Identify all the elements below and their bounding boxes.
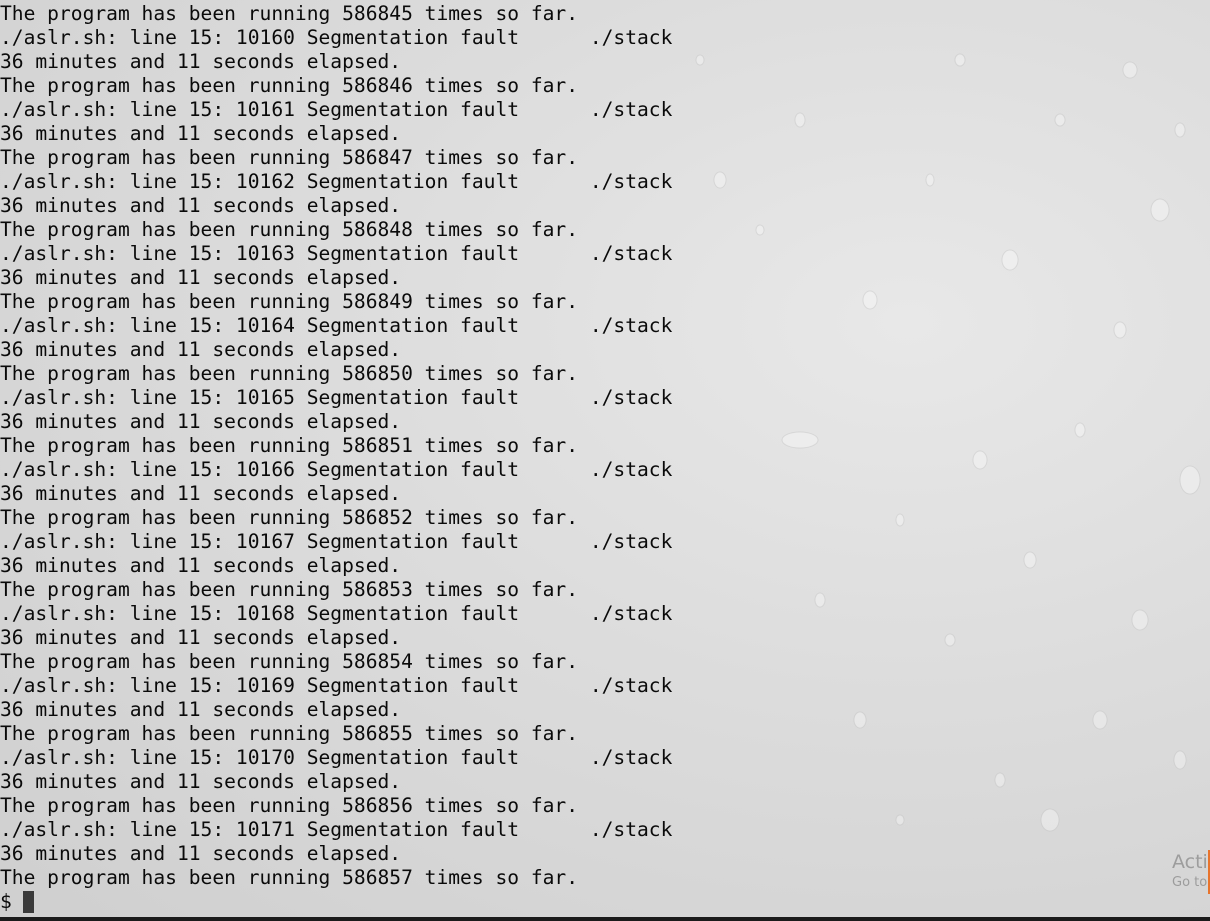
terminal-line: ./aslr.sh: line 15: 10169 Segmentation f… xyxy=(0,674,673,697)
terminal-line: The program has been running 586855 time… xyxy=(0,722,579,745)
terminal-line: The program has been running 586848 time… xyxy=(0,218,579,241)
terminal-line: The program has been running 586845 time… xyxy=(0,2,579,25)
terminal-line: ./aslr.sh: line 15: 10166 Segmentation f… xyxy=(0,458,673,481)
terminal-line: ./aslr.sh: line 15: 10163 Segmentation f… xyxy=(0,242,673,265)
terminal-line: ./aslr.sh: line 15: 10167 Segmentation f… xyxy=(0,530,673,553)
watermark-subtitle: Go to xyxy=(1172,875,1208,890)
terminal-line: The program has been running 586846 time… xyxy=(0,74,579,97)
terminal-line: 36 minutes and 11 seconds elapsed. xyxy=(0,410,402,433)
bottom-edge xyxy=(0,917,1210,921)
terminal-line: 36 minutes and 11 seconds elapsed. xyxy=(0,842,402,865)
terminal-line: 36 minutes and 11 seconds elapsed. xyxy=(0,122,402,145)
terminal-line: The program has been running 586852 time… xyxy=(0,506,579,529)
terminal-line: The program has been running 586849 time… xyxy=(0,290,579,313)
terminal-output[interactable]: The program has been running 586845 time… xyxy=(0,2,1210,921)
terminal-line: 36 minutes and 11 seconds elapsed. xyxy=(0,266,402,289)
terminal-line: ./aslr.sh: line 15: 10171 Segmentation f… xyxy=(0,818,673,841)
terminal-line: ./aslr.sh: line 15: 10160 Segmentation f… xyxy=(0,26,673,49)
terminal-line: The program has been running 586847 time… xyxy=(0,146,579,169)
terminal-line: The program has been running 586856 time… xyxy=(0,794,579,817)
terminal-line: 36 minutes and 11 seconds elapsed. xyxy=(0,554,402,577)
terminal-line: 36 minutes and 11 seconds elapsed. xyxy=(0,626,402,649)
terminal-line: The program has been running 586854 time… xyxy=(0,650,579,673)
text-cursor xyxy=(22,891,34,913)
terminal-line: The program has been running 586851 time… xyxy=(0,434,579,457)
terminal-line: ./aslr.sh: line 15: 10165 Segmentation f… xyxy=(0,386,673,409)
terminal-line: 36 minutes and 11 seconds elapsed. xyxy=(0,50,402,73)
terminal-line: 36 minutes and 11 seconds elapsed. xyxy=(0,698,402,721)
terminal-line: The program has been running 586853 time… xyxy=(0,578,579,601)
terminal-line: The program has been running 586850 time… xyxy=(0,362,579,385)
terminal-line: 36 minutes and 11 seconds elapsed. xyxy=(0,482,402,505)
activate-windows-watermark: Acti Go to xyxy=(1172,850,1208,892)
terminal-line: 36 minutes and 11 seconds elapsed. xyxy=(0,194,402,217)
terminal-line: ./aslr.sh: line 15: 10168 Segmentation f… xyxy=(0,602,673,625)
terminal-line: 36 minutes and 11 seconds elapsed. xyxy=(0,770,402,793)
terminal-line: ./aslr.sh: line 15: 10162 Segmentation f… xyxy=(0,170,673,193)
terminal-line: ./aslr.sh: line 15: 10161 Segmentation f… xyxy=(0,98,673,121)
terminal-line: ./aslr.sh: line 15: 10164 Segmentation f… xyxy=(0,314,673,337)
watermark-title: Acti xyxy=(1172,851,1208,873)
prompt-symbol: $ xyxy=(0,890,12,913)
terminal-line: 36 minutes and 11 seconds elapsed. xyxy=(0,338,402,361)
terminal-line: The program has been running 586857 time… xyxy=(0,866,579,889)
terminal-line: ./aslr.sh: line 15: 10170 Segmentation f… xyxy=(0,746,673,769)
command-prompt-line[interactable]: $ xyxy=(0,890,1210,914)
